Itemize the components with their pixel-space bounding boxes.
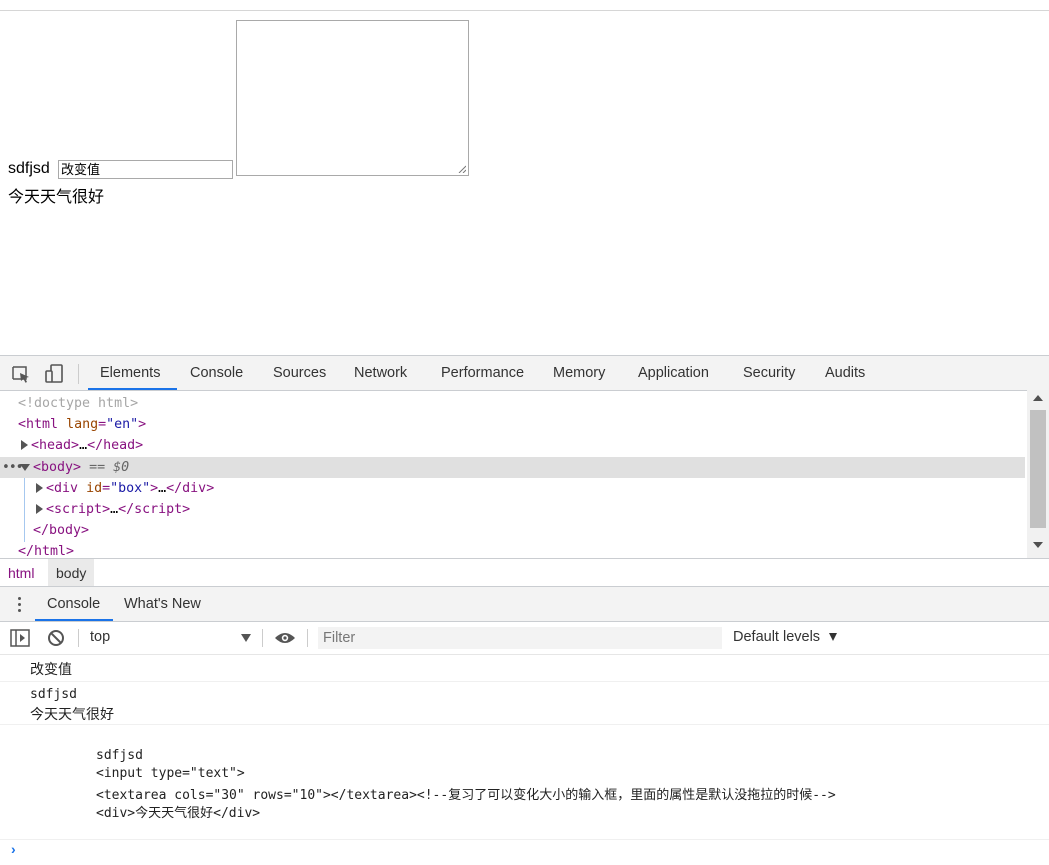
console-message-line: sdfjsd [30, 687, 77, 702]
tab-performance[interactable]: Performance [441, 356, 524, 390]
div-id-attr: id [86, 481, 103, 496]
html-close-tag: </html> [18, 544, 75, 558]
tab-memory[interactable]: Memory [553, 356, 605, 390]
tree-indent-guide [24, 478, 25, 542]
tab-elements[interactable]: Elements [100, 356, 160, 390]
tab-console[interactable]: Console [190, 356, 243, 390]
tab-sources[interactable]: Sources [273, 356, 326, 390]
collapse-triangle-icon[interactable] [20, 463, 30, 471]
page-viewport: sdfjsd 改变值 今天天气很好 [0, 0, 1049, 355]
default-levels-dropdown[interactable]: Default levels [733, 621, 820, 654]
tab-audits[interactable]: Audits [825, 356, 865, 390]
toolbar-separator [78, 629, 79, 647]
tree-div-box[interactable]: <div id="box">…</div> [36, 478, 214, 499]
inspect-element-icon[interactable] [10, 363, 32, 385]
console-message: 改变值 [0, 655, 1049, 682]
head-close-tag-name: head [103, 438, 136, 453]
breadcrumb-html[interactable]: html [0, 559, 42, 587]
expand-triangle-icon[interactable] [21, 440, 28, 450]
console-prompt-icon[interactable]: › [11, 841, 16, 857]
tree-script[interactable]: <script>…</script> [36, 499, 190, 520]
html-lang-attr: lang [66, 417, 99, 432]
div-id-value: "box" [110, 481, 151, 496]
drawer-menu-icon[interactable] [18, 597, 22, 615]
live-expression-eye-icon[interactable] [274, 631, 296, 645]
toolbar-separator [262, 629, 263, 647]
selected-node-marker: == $0 [89, 460, 130, 475]
script-tag-name: script [54, 502, 103, 517]
div-tag-name: div [54, 481, 79, 496]
console-message-line: <div>今天天气很好</div> [96, 806, 261, 821]
drawer-tabbar: Console What's New [0, 586, 1049, 622]
console-message-line: <input type="text"> [96, 766, 245, 781]
html-lang-value: "en" [106, 417, 139, 432]
levels-dropdown-arrow-icon[interactable] [829, 633, 837, 641]
body-close-tag: </body> [33, 523, 90, 538]
breadcrumb-body[interactable]: body [48, 559, 95, 587]
tab-security[interactable]: Security [743, 356, 795, 390]
console-toolbar: top Filter Default levels [0, 621, 1049, 655]
scroll-up-arrow-icon[interactable] [1033, 395, 1043, 401]
console-message-line: <textarea cols="30" rows="10"></textarea… [96, 788, 836, 803]
elements-scrollbar[interactable] [1027, 390, 1049, 558]
device-toolbar-icon[interactable] [44, 363, 66, 385]
resizable-textarea[interactable] [236, 20, 469, 176]
expand-triangle-icon[interactable] [36, 483, 43, 493]
tree-html-close[interactable]: </html> [18, 541, 74, 558]
tree-doctype[interactable]: <!doctype html> [18, 393, 138, 414]
viewport-top-border [0, 10, 1049, 11]
script-ellipsis: … [110, 502, 119, 517]
tree-head[interactable]: <head>…</head> [21, 435, 143, 456]
console-message-line: 改变值 [30, 661, 72, 677]
console-filter-input[interactable]: Filter [318, 627, 722, 649]
breadcrumb: html body [0, 558, 1049, 587]
console-message-line: 今天天气很好 [30, 706, 114, 722]
context-dropdown-arrow-icon[interactable] [241, 634, 251, 642]
clear-console-icon[interactable] [47, 629, 65, 647]
tab-application[interactable]: Application [638, 356, 709, 390]
tree-html-open[interactable]: <html lang="en"> [18, 414, 146, 435]
toolbar-separator [307, 629, 308, 647]
context-selector[interactable]: top [90, 621, 110, 654]
console-message: sdfjsd <input type="text"> <textarea col… [0, 725, 1049, 840]
expand-triangle-icon[interactable] [36, 504, 43, 514]
scrollbar-thumb[interactable] [1030, 410, 1046, 528]
body-tag-name: body [41, 460, 74, 475]
doctype-text: <!doctype html> [18, 396, 139, 411]
tree-body-selected[interactable]: ••• <body> == $0 [0, 457, 1025, 478]
drawer-tab-console[interactable]: Console [47, 587, 100, 621]
head-tag-name: head [39, 438, 72, 453]
elements-tree: <!doctype html> <html lang="en"> <head>…… [0, 390, 1049, 558]
tree-body-close[interactable]: </body> [33, 520, 89, 541]
tab-network[interactable]: Network [354, 356, 407, 390]
drawer-tab-whats-new[interactable]: What's New [124, 587, 201, 621]
console-message-line: sdfjsd [96, 748, 143, 763]
devtools-tabbar: Elements Console Sources Network Perform… [0, 355, 1049, 391]
scroll-down-arrow-icon[interactable] [1033, 542, 1043, 548]
html-tag-name: html [26, 417, 59, 432]
console-output: 改变值 sdfjsd 今天天气很好 sdfjsd <input type="te… [0, 655, 1049, 865]
weather-div-text: 今天天气很好 [8, 189, 105, 206]
div-ellipsis: … [158, 481, 167, 496]
console-message: sdfjsd 今天天气很好 [0, 682, 1049, 725]
text-input[interactable]: 改变值 [58, 160, 233, 179]
head-ellipsis: … [79, 438, 88, 453]
div-close-tag-name: div [182, 481, 207, 496]
tabbar-separator [78, 364, 79, 384]
sidebar-toggle-icon[interactable] [10, 629, 30, 647]
devtools-panel: Elements Console Sources Network Perform… [0, 355, 1049, 865]
resize-grip-icon[interactable] [458, 165, 466, 173]
box-text: sdfjsd [8, 160, 50, 177]
script-close-tag-name: script [134, 502, 183, 517]
